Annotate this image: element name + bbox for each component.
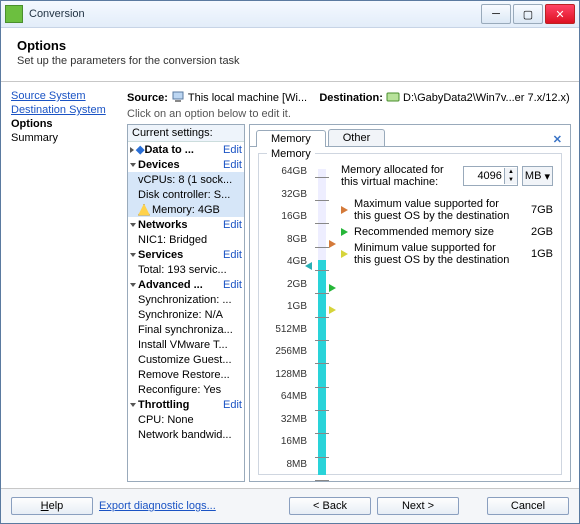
settings-row[interactable]: Synchronization: ... — [128, 292, 244, 307]
minimize-button[interactable]: ─ — [481, 4, 511, 24]
tab-memory[interactable]: Memory — [256, 130, 326, 147]
page-title: Options — [17, 38, 563, 53]
edit-link[interactable]: Edit — [223, 144, 242, 156]
conversion-window: Conversion ─ ▢ ✕ Options Set up the para… — [0, 0, 580, 524]
warning-icon — [138, 204, 150, 216]
settings-row[interactable]: Memory: 4GB — [128, 202, 244, 217]
settings-row[interactable]: Final synchroniza... — [128, 322, 244, 337]
detail-panel: Memory Other ✕ Memory 64GB32GB16GB8GB4GB… — [249, 124, 571, 482]
spin-down[interactable]: ▼ — [504, 176, 517, 184]
settings-row[interactable]: vCPUs: 8 (1 sock... — [128, 172, 244, 187]
memory-legend: Memory — [267, 148, 315, 160]
source-label: Source: — [127, 92, 168, 104]
marker-icon — [341, 206, 348, 214]
settings-row[interactable]: Network bandwid... — [128, 427, 244, 442]
nav-source-system[interactable]: Source System — [11, 90, 123, 102]
memory-value-spinner[interactable]: ▲▼ — [463, 166, 518, 186]
edit-link[interactable]: Edit — [223, 219, 242, 231]
settings-row[interactable]: NIC1: Bridged — [128, 232, 244, 247]
destination-label: Destination: — [319, 92, 383, 104]
page-subtitle: Set up the parameters for the conversion… — [17, 55, 563, 67]
memory-bar[interactable] — [315, 164, 333, 480]
footer: Help Export diagnostic logs... < Back Ne… — [1, 488, 579, 523]
settings-row[interactable]: Remove Restore... — [128, 367, 244, 382]
header-pane: Options Set up the parameters for the co… — [1, 28, 579, 82]
marker-max-icon — [329, 240, 336, 248]
edit-link[interactable]: Edit — [223, 399, 242, 411]
settings-row[interactable]: CPU: None — [128, 412, 244, 427]
export-logs-link[interactable]: Export diagnostic logs... — [99, 500, 216, 512]
marker-icon — [341, 250, 348, 258]
memory-scale: 64GB32GB16GB8GB4GB2GB1GB512MB256MB128MB6… — [267, 164, 307, 472]
help-button[interactable]: Help — [11, 497, 93, 515]
destination-value: D:\GabyData2\Win7v...er 7.x/12.x) — [403, 92, 570, 104]
tab-close-icon[interactable]: ✕ — [549, 133, 566, 146]
computer-icon — [171, 90, 185, 104]
edit-hint: Click on an option below to edit it. — [127, 108, 571, 120]
memory-marker-row: Maximum value supported for this guest O… — [341, 198, 553, 222]
nav-options: Options — [11, 118, 123, 130]
cancel-button[interactable]: Cancel — [487, 497, 569, 515]
alloc-label: Memory allocated for this virtual machin… — [341, 164, 459, 188]
memory-marker-row: Minimum value supported for this guest O… — [341, 242, 553, 266]
edit-link[interactable]: Edit — [223, 159, 242, 171]
titlebar: Conversion ─ ▢ ✕ — [1, 1, 579, 28]
source-destination-row: Source: This local machine [Wi... Destin… — [127, 90, 571, 104]
settings-row[interactable]: Synchronize: N/A — [128, 307, 244, 322]
settings-row[interactable]: Advanced ...Edit — [128, 277, 244, 292]
marker-recommended-icon — [329, 284, 336, 292]
settings-row[interactable]: ServicesEdit — [128, 247, 244, 262]
source-value: This local machine [Wi... — [188, 92, 307, 104]
next-button[interactable]: Next > — [377, 497, 459, 515]
memory-fieldset: Memory 64GB32GB16GB8GB4GB2GB1GB512MB256M… — [258, 153, 562, 475]
spin-up[interactable]: ▲ — [504, 168, 517, 176]
detail-tabs: Memory Other ✕ — [250, 125, 570, 147]
tab-other[interactable]: Other — [328, 129, 386, 146]
nav-summary: Summary — [11, 132, 123, 144]
edit-link[interactable]: Edit — [223, 249, 242, 261]
settings-row[interactable]: ThrottlingEdit — [128, 397, 244, 412]
settings-row[interactable]: Install VMware T... — [128, 337, 244, 352]
window-title: Conversion — [29, 8, 481, 20]
destination-icon — [386, 90, 400, 104]
close-button[interactable]: ✕ — [545, 4, 575, 24]
memory-marker-row: Recommended memory size2GB — [341, 226, 553, 238]
current-settings-panel: Current settings: ◆ Data to ...EditDevic… — [127, 124, 245, 482]
settings-row[interactable]: NetworksEdit — [128, 217, 244, 232]
settings-row[interactable]: Customize Guest... — [128, 352, 244, 367]
settings-row[interactable]: Reconfigure: Yes — [128, 382, 244, 397]
settings-row[interactable]: ◆ Data to ...Edit — [128, 142, 244, 157]
maximize-button[interactable]: ▢ — [513, 4, 543, 24]
app-icon — [5, 5, 23, 23]
marker-current-icon — [305, 262, 312, 270]
wizard-nav: Source System Destination System Options Su… — [11, 88, 123, 482]
back-button[interactable]: < Back — [289, 497, 371, 515]
settings-row[interactable]: Disk controller: S... — [128, 187, 244, 202]
marker-icon — [341, 228, 348, 236]
nav-destination-system[interactable]: Destination System — [11, 104, 123, 116]
memory-unit-select[interactable]: MB ▾ — [522, 166, 553, 186]
settings-header: Current settings: — [128, 125, 244, 142]
settings-row[interactable]: DevicesEdit — [128, 157, 244, 172]
settings-row[interactable]: Total: 193 servic... — [128, 262, 244, 277]
marker-min-icon — [329, 306, 336, 314]
edit-link[interactable]: Edit — [223, 279, 242, 291]
memory-value-input[interactable] — [464, 170, 504, 182]
